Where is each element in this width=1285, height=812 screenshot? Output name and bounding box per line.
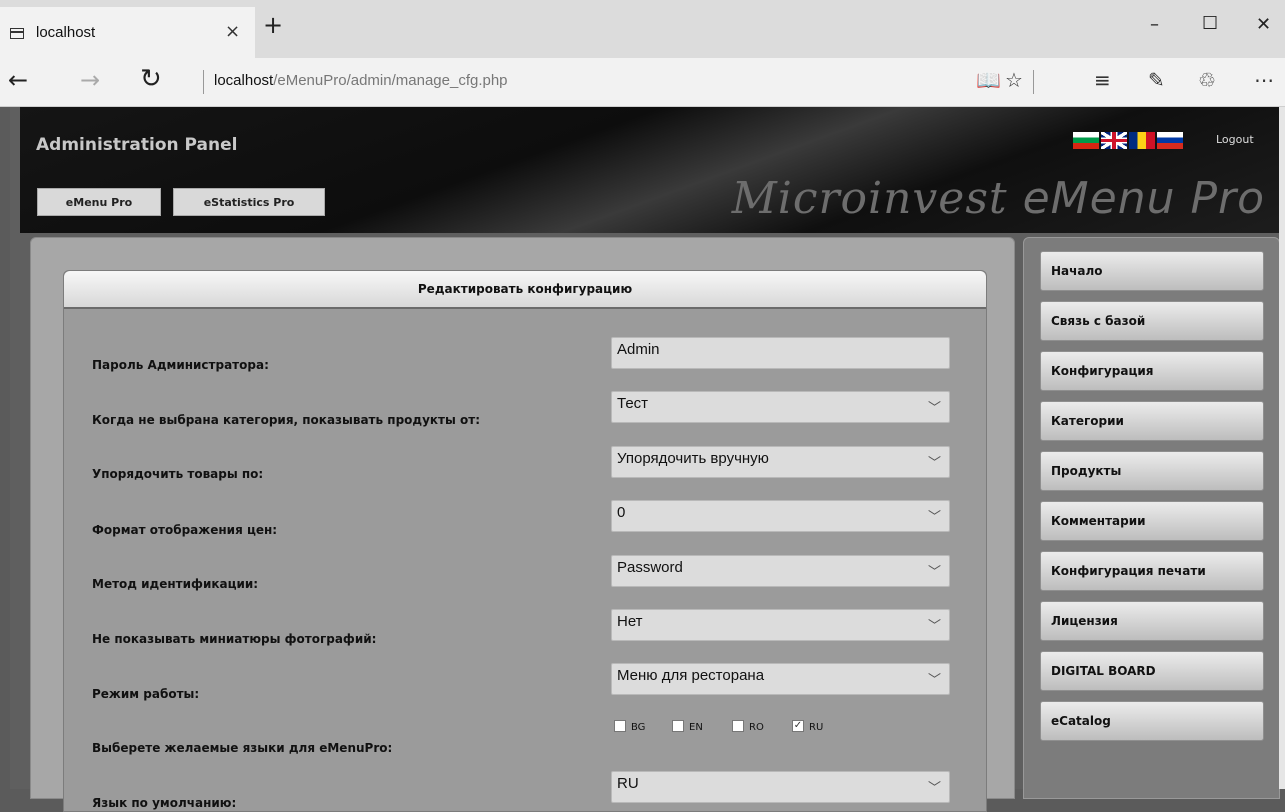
- auth-method-value: Password: [617, 559, 683, 576]
- browser-tab-bar: localhost × + – ☐ ✕: [0, 0, 1285, 58]
- lang-ro-label: RO: [749, 722, 764, 733]
- auth-method-label: Метод идентификации:: [92, 577, 259, 591]
- hide-thumbnails-value: Нет: [617, 613, 643, 630]
- page: Administration Panel eMenu Pro eStatisti…: [10, 107, 1285, 812]
- sidebar-item-categories[interactable]: Категории: [1040, 401, 1264, 441]
- sidebar-item-home[interactable]: Начало: [1040, 251, 1264, 291]
- price-format-select[interactable]: 0 ﹀: [611, 500, 950, 532]
- sort-products-label: Упорядочить товары по:: [92, 467, 264, 481]
- default-category-label: Когда не выбрана категория, показывать п…: [92, 413, 481, 427]
- work-mode-label: Режим работы:: [92, 687, 200, 701]
- lang-ru-label: RU: [809, 722, 824, 733]
- default-category-value: Тест: [617, 395, 649, 412]
- sidebar-item-digital-board[interactable]: DIGITAL BOARD: [1040, 651, 1264, 691]
- sidebar-item-configuration[interactable]: Конфигурация: [1040, 351, 1264, 391]
- form-title: Редактировать конфигурацию: [64, 271, 986, 309]
- sidebar-item-db-connection[interactable]: Связь с базой: [1040, 301, 1264, 341]
- lang-bg-label: BG: [631, 722, 646, 733]
- hide-thumbnails-label: Не показывать миниатюры фотографий:: [92, 632, 377, 646]
- checkbox-ro[interactable]: [732, 720, 744, 732]
- window-close-icon[interactable]: ✕: [1256, 14, 1271, 35]
- brand-part-2: eMenu Pro: [1022, 173, 1265, 224]
- default-language-select[interactable]: RU ﹀: [611, 771, 950, 803]
- sidebar-item-license[interactable]: Лицензия: [1040, 601, 1264, 641]
- sidebar: Начало Связь с базой Конфигурация Катего…: [1023, 237, 1280, 799]
- lang-en-label: EN: [689, 722, 703, 733]
- work-mode-value: Меню для ресторана: [617, 667, 765, 684]
- url-field[interactable]: localhost/eMenuPro/admin/manage_cfg.php: [214, 72, 508, 89]
- chevron-down-icon: ﹀: [927, 673, 941, 688]
- admin-password-label: Пароль Администратора:: [92, 358, 269, 372]
- url-separator: [203, 70, 204, 94]
- header-title: Administration Panel: [36, 135, 238, 155]
- favorite-star-icon[interactable]: ☆: [1005, 68, 1023, 92]
- chevron-down-icon: ﹀: [927, 565, 941, 580]
- estatistics-pro-button[interactable]: eStatistics Pro: [173, 188, 325, 216]
- more-icon[interactable]: ⋯: [1254, 68, 1274, 92]
- lang-ru-option[interactable]: ✓ RU: [792, 720, 824, 733]
- sidebar-item-comments[interactable]: Комментарии: [1040, 501, 1264, 541]
- lang-bg-option[interactable]: BG: [614, 720, 646, 733]
- auth-method-select[interactable]: Password ﹀: [611, 555, 950, 587]
- tab-title: localhost: [36, 24, 96, 41]
- chevron-down-icon: ﹀: [927, 456, 941, 471]
- back-icon[interactable]: ←: [8, 66, 28, 94]
- checkbox-en[interactable]: [672, 720, 684, 732]
- forward-icon[interactable]: →: [80, 66, 100, 94]
- toolbar-separator: [1033, 70, 1034, 94]
- default-category-select[interactable]: Тест ﹀: [611, 391, 950, 423]
- chevron-down-icon: ﹀: [927, 619, 941, 634]
- price-format-value: 0: [617, 504, 626, 521]
- web-note-icon[interactable]: ✎: [1148, 68, 1165, 92]
- url-host: localhost: [214, 72, 274, 89]
- hide-thumbnails-select[interactable]: Нет ﹀: [611, 609, 950, 641]
- work-mode-select[interactable]: Меню для ресторана ﹀: [611, 663, 950, 695]
- config-form: Редактировать конфигурацию Пароль Админи…: [63, 270, 987, 812]
- browser-tab[interactable]: localhost ×: [0, 7, 255, 58]
- checkbox-ru-checked[interactable]: ✓: [792, 720, 804, 732]
- brand-logo: Microinvest eMenu Pro: [732, 173, 1265, 224]
- admin-password-input[interactable]: Admin: [611, 337, 950, 369]
- sort-products-select[interactable]: Упорядочить вручную ﹀: [611, 446, 950, 478]
- reading-view-icon[interactable]: 📖: [976, 68, 1001, 92]
- address-bar: ← → ↻ localhost/eMenuPro/admin/manage_cf…: [0, 58, 1285, 107]
- price-format-label: Формат отображения цен:: [92, 523, 278, 537]
- chevron-down-icon: ﹀: [927, 781, 941, 796]
- flag-en-icon[interactable]: [1101, 132, 1127, 149]
- minimize-icon[interactable]: –: [1150, 14, 1159, 35]
- page-icon: [10, 28, 24, 39]
- main-panel: Редактировать конфигурацию Пароль Админи…: [30, 237, 1015, 812]
- page-scrollbar[interactable]: [1279, 107, 1285, 789]
- chevron-down-icon: ﹀: [927, 401, 941, 416]
- hub-icon[interactable]: ≡: [1094, 68, 1111, 92]
- share-icon[interactable]: ♲: [1198, 68, 1216, 92]
- sort-products-value: Упорядочить вручную: [617, 450, 769, 467]
- default-language-value: RU: [617, 775, 639, 792]
- maximize-icon[interactable]: ☐: [1202, 13, 1218, 34]
- sidebar-item-print-config[interactable]: Конфигурация печати: [1040, 551, 1264, 591]
- checkbox-bg[interactable]: [614, 720, 626, 732]
- chevron-down-icon: ﹀: [927, 510, 941, 525]
- logout-link[interactable]: Logout: [1216, 133, 1254, 146]
- new-tab-icon[interactable]: +: [263, 11, 283, 39]
- languages-label: Выберете желаемые языки для eMenuPro:: [92, 741, 393, 755]
- flag-ro-icon[interactable]: [1129, 132, 1155, 149]
- flag-ru-icon[interactable]: [1157, 132, 1183, 149]
- flag-bg-icon[interactable]: [1073, 132, 1099, 149]
- refresh-icon[interactable]: ↻: [140, 64, 162, 94]
- sidebar-item-ecatalog[interactable]: eCatalog: [1040, 701, 1264, 741]
- emenu-pro-button[interactable]: eMenu Pro: [37, 188, 161, 216]
- brand-part-1: Microinvest: [731, 173, 1023, 224]
- default-language-label: Язык по умолчанию:: [92, 796, 237, 810]
- sidebar-item-products[interactable]: Продукты: [1040, 451, 1264, 491]
- url-path: /eMenuPro/admin/manage_cfg.php: [273, 72, 508, 89]
- admin-header: Administration Panel eMenu Pro eStatisti…: [20, 107, 1285, 233]
- tab-close-icon[interactable]: ×: [225, 21, 240, 42]
- lang-en-option[interactable]: EN: [672, 720, 703, 733]
- lang-ro-option[interactable]: RO: [732, 720, 764, 733]
